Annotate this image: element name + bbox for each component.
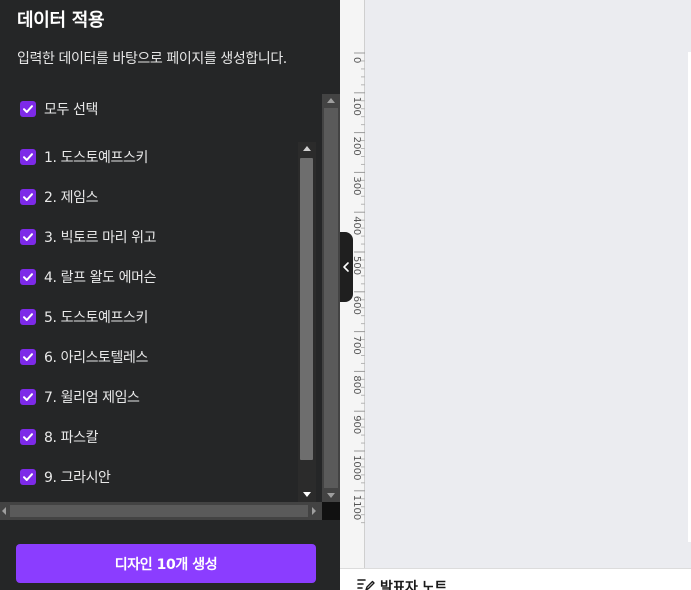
panel-scrollbar-thumb[interactable]	[324, 108, 338, 488]
panel-title: 데이터 적용	[17, 10, 105, 31]
horizontal-scrollbar[interactable]	[0, 502, 322, 520]
list-item[interactable]: 2. 제임스	[0, 180, 296, 220]
ruler-label: 0	[351, 57, 362, 63]
ruler-label: 1000	[351, 455, 362, 480]
edit-notes-icon	[357, 579, 375, 590]
list-item[interactable]: 3. 빅토르 마리 위고	[0, 220, 296, 260]
apply-data-panel: 데이터 적용 입력한 데이터를 바탕으로 페이지를 생성합니다. 모두 선택 1…	[0, 0, 340, 590]
list-scrollbar[interactable]	[298, 142, 316, 502]
checkmark-icon	[23, 353, 33, 361]
checkmark-icon	[23, 105, 33, 113]
item-checkbox[interactable]	[20, 429, 36, 445]
checkmark-icon	[23, 433, 33, 441]
item-label: 3. 빅토르 마리 위고	[44, 230, 157, 246]
item-label: 6. 아리스토텔레스	[44, 350, 148, 366]
scroll-up-arrow-icon[interactable]	[327, 98, 335, 103]
checkmark-icon	[23, 273, 33, 281]
horizontal-scrollbar-thumb[interactable]	[10, 505, 308, 517]
item-label: 9. 그라시안	[44, 470, 111, 486]
checkmark-icon	[23, 153, 33, 161]
item-checkbox[interactable]	[20, 389, 36, 405]
list-scrollbar-thumb[interactable]	[300, 158, 313, 460]
item-label: 5. 도스토예프스키	[44, 310, 148, 326]
generate-designs-button[interactable]: 디자인 10개 생성	[16, 544, 316, 583]
ruler-label: 200	[351, 137, 362, 156]
item-label: 8. 파스칼	[44, 430, 99, 446]
ruler-label: 100	[351, 97, 362, 116]
list-scroll-down-arrow-icon[interactable]	[303, 492, 311, 497]
scrollbar-corner	[322, 502, 340, 520]
item-label: 1. 도스토예프스키	[44, 150, 148, 166]
item-checkbox[interactable]	[20, 349, 36, 365]
checkmark-icon	[23, 473, 33, 481]
item-checkbox[interactable]	[20, 269, 36, 285]
scroll-left-arrow-icon[interactable]	[2, 507, 6, 515]
panel-scrollbar[interactable]	[322, 94, 340, 502]
list-item[interactable]: 6. 아리스토텔레스	[0, 340, 296, 380]
list-item[interactable]: 7. 윌리엄 제임스	[0, 380, 296, 420]
list-item[interactable]: 5. 도스토예프스키	[0, 300, 296, 340]
checkmark-icon	[23, 233, 33, 241]
notes-bar[interactable]: 발표자 노트	[340, 568, 691, 590]
list-item[interactable]: 8. 파스칼	[0, 420, 296, 460]
item-checkbox[interactable]	[20, 189, 36, 205]
chevron-left-icon	[343, 262, 349, 272]
item-checkbox[interactable]	[20, 469, 36, 485]
checkmark-icon	[23, 393, 33, 401]
list-scroll-up-arrow-icon[interactable]	[303, 146, 311, 151]
list-item[interactable]: 1. 도스토예프스키	[0, 140, 296, 180]
ruler-label: 700	[351, 336, 362, 355]
ruler-label: 1100	[351, 495, 362, 520]
item-checkbox[interactable]	[20, 229, 36, 245]
data-row-list: 1. 도스토예프스키 2. 제임스 3. 빅토르 마리 위고 4. 랄프 왈도 에머슨…	[0, 140, 320, 502]
list-item[interactable]: 9. 그라시안	[0, 460, 296, 500]
item-checkbox[interactable]	[20, 149, 36, 165]
select-all-label[interactable]: 모두 선택	[44, 99, 98, 119]
list-item[interactable]: 4. 랄프 왈도 에머슨	[0, 260, 296, 300]
ruler-label: 800	[351, 375, 362, 394]
ruler-label: 300	[351, 176, 362, 195]
ruler-label: 900	[351, 415, 362, 434]
checkmark-icon	[23, 313, 33, 321]
checkmark-icon	[23, 193, 33, 201]
item-label: 7. 윌리엄 제임스	[44, 390, 140, 406]
panel-description: 입력한 데이터를 바탕으로 페이지를 생성합니다.	[17, 51, 287, 67]
scroll-down-arrow-icon[interactable]	[327, 493, 335, 498]
collapse-panel-handle[interactable]	[340, 232, 353, 302]
ruler-label: 400	[351, 216, 362, 235]
select-all-checkbox[interactable]	[20, 101, 36, 117]
ruler-label: 600	[351, 296, 362, 315]
scroll-right-arrow-icon[interactable]	[312, 507, 316, 515]
item-checkbox[interactable]	[20, 309, 36, 325]
design-canvas[interactable]	[340, 0, 691, 568]
item-label: 4. 랄프 왈도 에머슨	[44, 270, 157, 286]
item-label: 2. 제임스	[44, 190, 99, 206]
notes-label: 발표자 노트	[380, 580, 447, 590]
